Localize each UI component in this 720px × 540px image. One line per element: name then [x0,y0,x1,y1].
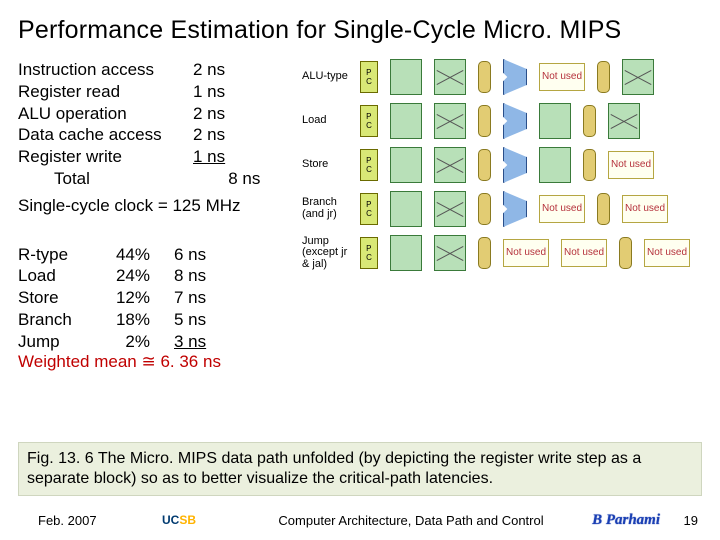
regfile-block [434,235,466,271]
mix-row: Jump2%3 ns [18,331,288,353]
ucsb-logo: UCSB [148,510,210,530]
regwrite-block [622,59,654,95]
latency-row: Data cache access2 ns [18,124,288,146]
datapath-row-label: Branch (and jr) [302,197,356,220]
latency-value: 2 ns [193,124,253,146]
footer-title: Computer Architecture, Data Path and Con… [210,513,592,528]
alu-block [503,103,527,139]
imem-block [390,147,422,183]
datapath-row-label: Jump (except jr & jal) [302,236,356,271]
footer-date: Feb. 2007 [38,513,148,528]
mix-row: Branch18%5 ns [18,309,288,331]
latency-row: Register write1 ns [18,146,288,168]
mux-block [583,105,596,137]
footer-author: B Parhami [592,512,660,529]
latency-row: Instruction access2 ns [18,59,288,81]
pc-block: PC [360,105,378,137]
latency-value: 1 ns [193,146,253,168]
datapath-row: Branch (and jr)PC Not used Not used [302,191,702,227]
not-used-block: Not used [608,151,654,179]
single-cycle-clock: Single-cycle clock = 125 MHz [18,196,288,216]
alu-block [503,191,527,227]
mix-row: R-type44%6 ns [18,244,288,266]
latency-value: 2 ns [193,59,253,81]
imem-block [390,191,422,227]
alu-block [503,147,527,183]
footer-page-number: 19 [668,513,698,528]
alu-block [503,59,527,95]
mux-block [478,149,491,181]
imem-block [390,235,422,271]
not-used-block: Not used [539,195,585,223]
datapath-row-label: Load [302,115,356,127]
not-used-block: Not used [503,239,549,267]
latency-name: Register read [18,81,193,103]
mix-row: Load24%8 ns [18,265,288,287]
datapath-diagram: ALU-typePCNot usedLoadPCStorePCNot usedB… [302,59,702,271]
datapath-row: ALU-type PC Not used [302,59,702,95]
mux-block [583,149,596,181]
latency-name: ALU operation [18,103,193,125]
latency-row: ALU operation2 ns [18,103,288,125]
mux-block [478,237,491,269]
latency-total-row: Total8 ns [18,168,288,190]
imem-block [390,59,422,95]
not-used-block: Not used [622,195,668,223]
regfile-block [434,59,466,95]
weighted-mean: Weighted mean ≅ 6. 36 ns [18,352,288,372]
mix-row: Store12%7 ns [18,287,288,309]
latency-name: Instruction access [18,59,193,81]
datapath-row: Store PC Not used [302,147,702,183]
latency-value: 1 ns [193,81,253,103]
mux-block [619,237,632,269]
mux-block [597,61,610,93]
latency-name: Data cache access [18,124,193,146]
mux-block [478,105,491,137]
datapath-row-label: Store [302,159,356,171]
latency-name: Register write [18,146,193,168]
not-used-block: Not used [561,239,607,267]
not-used-block: Not used [644,239,690,267]
pc-block: PC [360,61,378,93]
figure-caption: Fig. 13. 6 The Micro. MIPS data path unf… [18,442,702,496]
latency-row: Register read1 ns [18,81,288,103]
mux-block [478,61,491,93]
imem-block [390,103,422,139]
mux-block [478,193,491,225]
latency-table: Instruction access2 nsRegister read1 nsA… [18,59,288,190]
mux-block [597,193,610,225]
instruction-mix-table: R-type44%6 nsLoad24%8 nsStore12%7 nsBran… [18,244,288,353]
pc-block: PC [360,237,378,269]
regfile-block [434,147,466,183]
regfile-block [434,191,466,227]
datapath-row: Jump (except jr & jal)PC Not used Not used… [302,235,702,271]
pc-block: PC [360,149,378,181]
latency-value: 2 ns [193,103,253,125]
slide-footer: Feb. 2007 UCSB Computer Architecture, Da… [0,510,720,530]
not-used-block: Not used [539,63,585,91]
pc-block: PC [360,193,378,225]
datapath-row-label: ALU-type [302,71,356,83]
slide-title: Performance Estimation for Single-Cycle … [18,16,702,45]
dmem-block [539,103,571,139]
datapath-row: Load PC [302,103,702,139]
regfile-block [434,103,466,139]
dmem-block [539,147,571,183]
regwrite-block [608,103,640,139]
